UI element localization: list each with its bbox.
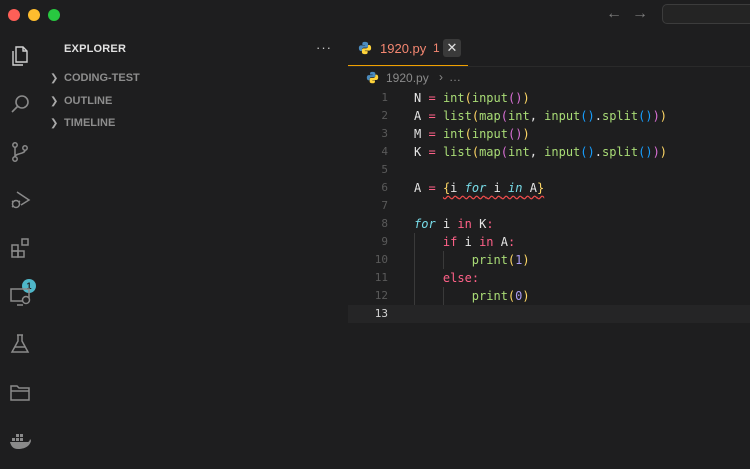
breadcrumb: 1920.py › …	[348, 67, 750, 89]
line-number: 3	[381, 127, 388, 140]
indent-guide	[442, 251, 444, 269]
line-number: 5	[381, 163, 388, 176]
activity-search[interactable]	[4, 88, 36, 120]
minimize-window-button[interactable]	[28, 9, 40, 21]
chevron-right-icon: ❯	[50, 117, 59, 129]
indent-guide	[442, 287, 444, 305]
code-line[interactable]: 9 if i in A:	[348, 233, 750, 251]
files-icon	[12, 46, 28, 66]
code-text: if i in A:	[442, 235, 516, 249]
line-number: 2	[381, 109, 388, 122]
code-text: print(0)	[471, 289, 530, 303]
code-editor[interactable]: 1 N = int(input()) 2 A = list(map(int, inpu…	[348, 89, 750, 469]
zoom-window-button[interactable]	[48, 9, 60, 21]
more-actions-button[interactable]: ···	[316, 40, 332, 55]
title-bar: ← →	[0, 0, 750, 30]
section-coding-test[interactable]: ❯ CODING-TEST	[50, 68, 140, 88]
activity-testing[interactable]	[4, 328, 36, 360]
line-number: 10	[374, 253, 388, 266]
activity-docker[interactable]	[4, 424, 36, 456]
line-number: 6	[381, 181, 388, 194]
code-text: N = int(input())	[414, 91, 530, 105]
folder-icon	[10, 385, 30, 401]
breadcrumb-symbols[interactable]: …	[449, 70, 461, 84]
code-line[interactable]: 10 print(1)	[348, 251, 750, 269]
search-icon	[11, 95, 29, 113]
line-number: 7	[381, 199, 388, 212]
activity-extensions[interactable]	[4, 232, 36, 264]
flask-icon	[10, 334, 30, 353]
command-center[interactable]	[662, 4, 750, 24]
close-icon[interactable]: ✕	[443, 39, 461, 57]
sidebar-title: EXPLORER	[64, 43, 127, 55]
section-label: OUTLINE	[64, 95, 113, 107]
breadcrumb-file[interactable]: 1920.py	[386, 71, 429, 85]
code-text: M = int(input())	[414, 127, 530, 141]
section-outline[interactable]: ❯ OUTLINE	[50, 91, 112, 111]
code-text: for i in K:	[414, 217, 494, 231]
line-number: 9	[381, 235, 388, 248]
code-line[interactable]: 4 K = list(map(int, input().split()))	[348, 143, 750, 161]
explorer-sidebar: EXPLORER ··· ❯ CODING-TEST ❯ OUTLINE ❯ T…	[40, 30, 348, 469]
code-line[interactable]: 12 print(0)	[348, 287, 750, 305]
code-line[interactable]: 11 else:	[348, 269, 750, 287]
docker-icon	[10, 434, 31, 449]
code-line[interactable]: 8 for i in K:	[348, 215, 750, 233]
code-line[interactable]: 2 A = list(map(int, input().split()))	[348, 107, 750, 125]
activity-bar: 1	[0, 30, 40, 469]
line-number: 8	[381, 217, 388, 230]
code-line[interactable]: 3 M = int(input())	[348, 125, 750, 143]
chevron-right-icon: ›	[439, 70, 443, 84]
code-text: else:	[442, 271, 480, 285]
code-line[interactable]: 6 A = {i for i in A}	[348, 179, 750, 197]
tab-label: 1920.py	[380, 41, 427, 56]
section-timeline[interactable]: ❯ TIMELINE	[50, 113, 115, 133]
code-text: print(1)	[471, 253, 530, 267]
line-number: 4	[381, 145, 388, 158]
extensions-icon	[11, 238, 29, 258]
activity-run-debug[interactable]	[4, 184, 36, 216]
chevron-right-icon: ❯	[50, 95, 59, 107]
line-number: 12	[374, 289, 388, 302]
code-line[interactable]: 1 N = int(input())	[348, 89, 750, 107]
run-debug-icon	[11, 191, 31, 209]
go-forward-button[interactable]: →	[632, 5, 648, 23]
code-line[interactable]: 5	[348, 161, 750, 179]
code-line[interactable]: 7	[348, 197, 750, 215]
source-control-icon	[12, 142, 28, 162]
section-label: TIMELINE	[64, 117, 116, 129]
code-text: K = list(map(int, input().split()))	[414, 145, 668, 159]
activity-source-control[interactable]	[4, 136, 36, 168]
activity-remote-explorer[interactable]	[4, 280, 36, 312]
close-window-button[interactable]	[8, 9, 20, 21]
go-back-button[interactable]: ←	[606, 5, 622, 23]
code-text: A = list(map(int, input().split()))	[414, 109, 668, 123]
line-number: 13	[374, 307, 388, 320]
code-text: A = {i for i in A}	[414, 181, 545, 195]
line-number: 1	[381, 91, 388, 104]
indent-guide	[414, 233, 415, 305]
section-label: CODING-TEST	[64, 72, 140, 84]
python-icon	[358, 41, 372, 55]
problems-count: 1	[433, 41, 440, 55]
tab-1920-py[interactable]: 1920.py 1 ✕	[348, 30, 468, 66]
python-icon	[366, 71, 379, 84]
code-line[interactable]: 13	[348, 305, 750, 323]
chevron-right-icon: ❯	[50, 72, 59, 84]
tab-bar: 1920.py 1 ✕	[348, 30, 750, 67]
remote-explorer-icon	[10, 288, 31, 306]
line-number: 11	[374, 271, 388, 284]
activity-explorer[interactable]	[4, 40, 36, 72]
activity-project-manager[interactable]	[4, 376, 36, 408]
